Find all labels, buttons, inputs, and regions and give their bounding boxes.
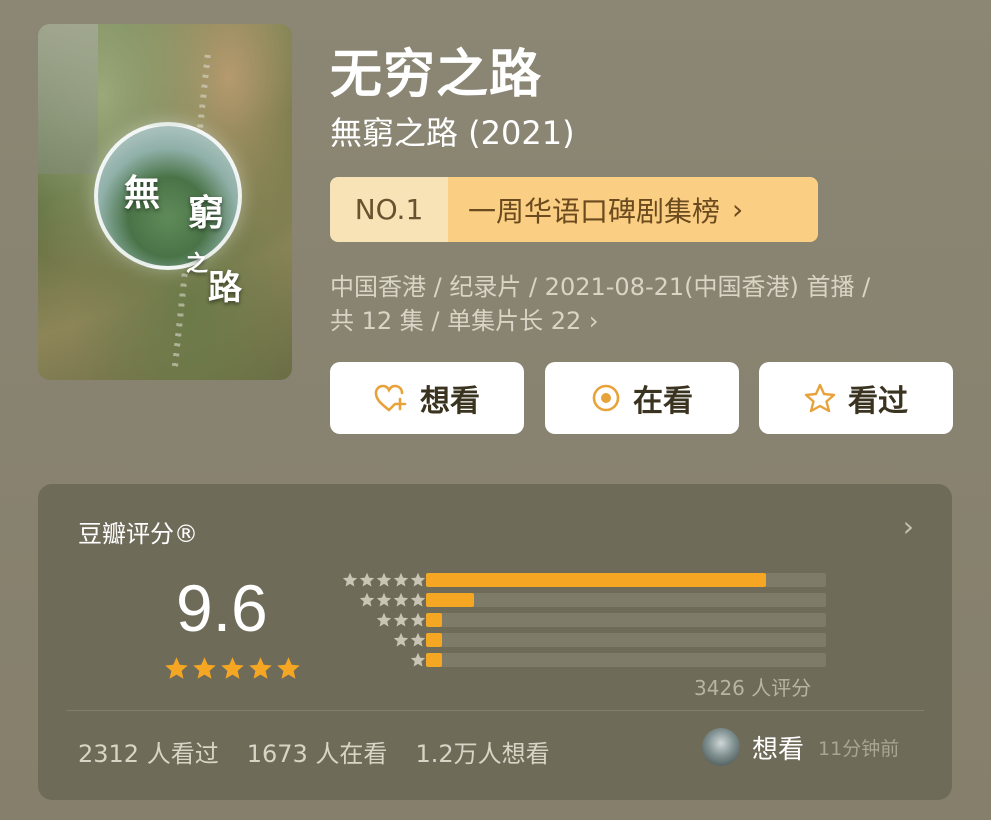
watched-count[interactable]: 2312 人看过 [78, 734, 219, 769]
poster-title-char: 無 [124, 172, 161, 214]
rating-bar-stars [359, 592, 426, 608]
rating-bar-row [324, 570, 844, 590]
star-icon [376, 592, 392, 607]
divider [66, 710, 924, 711]
rating-stars [164, 656, 301, 681]
meta-info[interactable]: 中国香港 / 纪录片 / 2021-08-21(中国香港) 首播 / 共 12 … [330, 270, 960, 338]
target-icon [591, 383, 621, 413]
star-icon [393, 592, 409, 607]
rater-count: 3426 人评分 [694, 676, 812, 700]
watching-button[interactable]: 在看 [545, 362, 739, 434]
rating-bar-track [426, 593, 826, 607]
ranking-badge[interactable]: NO.1 一周华语口碑剧集榜 › [330, 177, 818, 242]
rating-bar-stars [342, 572, 426, 588]
want-count[interactable]: 1.2万人想看 [415, 734, 549, 769]
star-icon [410, 612, 426, 627]
rating-bar-stars [393, 632, 426, 648]
rating-bar-track [426, 573, 826, 587]
ranking-position: NO.1 [330, 177, 448, 242]
poster-title-char: 窮 [188, 192, 225, 234]
star-icon [342, 572, 358, 587]
rating-bar-row [324, 650, 844, 670]
star-icon [393, 572, 409, 587]
star-icon [359, 572, 375, 587]
star-icon [221, 657, 244, 679]
star-icon [277, 657, 300, 679]
poster-title-char: 路 [208, 268, 242, 308]
rating-bar-stars [376, 612, 426, 628]
rating-bar-fill [426, 613, 442, 627]
star-icon [376, 612, 392, 627]
star-icon [165, 657, 188, 679]
watching-label: 在看 [633, 384, 693, 419]
avatar[interactable] [702, 728, 740, 766]
rating-title: 豆瓣评分® [78, 520, 198, 548]
movie-detail-page: 無 窮 之 路 无穷之路 無窮之路 (2021) NO.1 一周华语口碑剧集榜 … [0, 0, 991, 820]
original-title: 無窮之路 (2021) [330, 114, 575, 152]
star-icon [249, 657, 272, 679]
rating-bar-stars [410, 652, 426, 668]
star-icon [410, 572, 426, 587]
watched-button[interactable]: 看过 [759, 362, 953, 434]
rating-distribution [324, 570, 844, 670]
rating-card[interactable]: 豆瓣评分® › 9.6 3426 人评分 2312 人看过 1673 人在看 1… [38, 484, 952, 800]
ranking-label-wrap: 一周华语口碑剧集榜 › [448, 177, 818, 242]
rating-bar-fill [426, 573, 766, 587]
recent-action: 想看 [752, 734, 805, 765]
rating-bar-fill [426, 593, 474, 607]
star-icon [193, 657, 216, 679]
poster-title-char: 之 [186, 251, 209, 277]
rating-bar-row [324, 610, 844, 630]
star-icon [410, 652, 426, 667]
star-icon [410, 632, 426, 647]
rating-bar-fill [426, 653, 442, 667]
audience-stats: 2312 人看过 1673 人在看 1.2万人想看 [78, 734, 550, 769]
chevron-right-icon[interactable]: › [903, 510, 914, 543]
recent-activity[interactable]: 想看 11分钟前 [702, 728, 899, 766]
recent-time: 11分钟前 [818, 737, 900, 760]
want-label: 想看 [420, 384, 480, 419]
chevron-right-icon: › [732, 193, 744, 226]
want-to-watch-button[interactable]: 想看 [330, 362, 524, 434]
meta-line: 共 12 集 / 单集片长 22 › [330, 307, 599, 335]
watched-label: 看过 [848, 384, 908, 419]
star-icon [410, 592, 426, 607]
page-title: 无穷之路 [330, 45, 543, 105]
ranking-label: 一周华语口碑剧集榜 [468, 194, 721, 228]
rating-score: 9.6 [176, 571, 268, 645]
watching-count[interactable]: 1673 人在看 [247, 734, 388, 769]
rating-bar-row [324, 590, 844, 610]
rating-bar-row [324, 630, 844, 650]
star-outline-icon [804, 383, 836, 413]
rating-bar-track [426, 653, 826, 667]
rating-bar-track [426, 633, 826, 647]
star-icon [393, 632, 409, 647]
star-icon [359, 592, 375, 607]
meta-line: 中国香港 / 纪录片 / 2021-08-21(中国香港) 首播 / [330, 273, 871, 301]
poster-cliff [38, 24, 98, 174]
rating-bar-fill [426, 633, 442, 647]
heart-plus-icon [374, 383, 408, 413]
star-icon [376, 572, 392, 587]
poster-image[interactable]: 無 窮 之 路 [38, 24, 292, 380]
star-icon [393, 612, 409, 627]
rating-bar-track [426, 613, 826, 627]
